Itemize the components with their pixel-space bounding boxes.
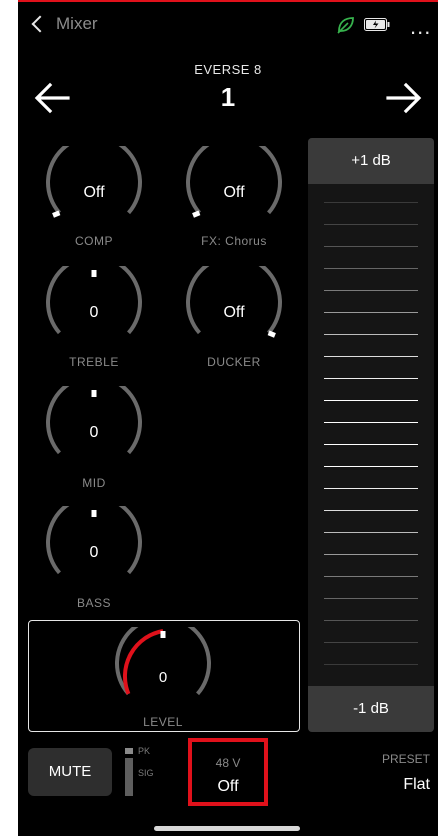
signal-label: SIG (138, 768, 154, 778)
ducker-label: DUCKER (207, 355, 261, 369)
fader-tick (324, 620, 418, 621)
comp-value: Off (83, 184, 105, 201)
ducker-value: Off (223, 304, 245, 321)
fader-tick (324, 334, 418, 335)
fader-bottom-label: -1 dB (308, 686, 434, 732)
chevron-left-icon (31, 15, 49, 33)
fader-tick (324, 598, 418, 599)
fx-label: FX: Chorus (201, 234, 267, 248)
top-bar: Mixer ... (18, 4, 438, 44)
mute-button[interactable]: MUTE (28, 748, 112, 796)
peak-indicator (125, 748, 133, 754)
signal-meter (125, 748, 133, 796)
level-control[interactable]: 0 LEVEL (28, 620, 300, 732)
signal-indicator (125, 758, 133, 796)
fader-top-label: +1 dB (308, 138, 434, 184)
leaf-icon (337, 17, 354, 34)
next-channel-arrow-icon[interactable] (384, 80, 424, 116)
top-accent-bar (18, 0, 438, 2)
gain-fader[interactable]: +1 dB -1 dB (308, 138, 434, 732)
device-name: EVERSE 8 (194, 62, 262, 77)
back-label: Mixer (56, 14, 98, 33)
phantom-power-value: Off (217, 778, 239, 795)
bass-knob[interactable]: 0 (44, 506, 144, 582)
mid-knob[interactable]: 0 (44, 386, 144, 462)
fader-tick (324, 422, 418, 423)
fader-tick (324, 268, 418, 269)
comp-knob[interactable]: Off (44, 146, 144, 222)
fader-tick (324, 554, 418, 555)
channel-number: 1 (220, 82, 236, 112)
preset-value: Flat (403, 776, 430, 793)
mid-value: 0 (89, 424, 99, 441)
back-button[interactable]: Mixer (30, 14, 98, 34)
fader-tick (324, 444, 418, 445)
fader-tick (324, 466, 418, 467)
fx-knob[interactable]: Off (184, 146, 284, 222)
fader-tick (324, 246, 418, 247)
mid-label: MID (82, 476, 106, 490)
preset-selector[interactable]: PRESET Flat (348, 752, 430, 794)
bass-label: BASS (76, 596, 111, 610)
treble-knob[interactable]: 0 (44, 266, 144, 342)
ducker-knob[interactable]: Off (184, 266, 284, 342)
fader-tick (324, 576, 418, 577)
fader-tick (324, 378, 418, 379)
fader-tick (324, 532, 418, 533)
level-value: 0 (158, 669, 168, 686)
fader-tick (324, 224, 418, 225)
preset-label: PRESET (381, 752, 430, 766)
prev-channel-arrow-icon[interactable] (32, 80, 72, 116)
treble-value: 0 (89, 304, 99, 321)
bass-value: 0 (89, 544, 99, 561)
treble-label: TREBLE (69, 355, 119, 369)
fx-value: Off (223, 184, 245, 201)
fader-tick (324, 642, 418, 643)
fader-tick (324, 510, 418, 511)
fader-tick (324, 488, 418, 489)
fader-tick (324, 290, 418, 291)
home-indicator[interactable] (154, 826, 300, 831)
fader-tick (324, 202, 418, 203)
level-label: LEVEL (143, 715, 183, 729)
fader-tick (324, 400, 418, 401)
phantom-power-button[interactable]: 48 V Off (188, 738, 268, 806)
fader-tick (324, 312, 418, 313)
fader-track[interactable] (308, 184, 434, 686)
mixer-screen: Mixer ... EVERSE 8 1 Off COMP Off FX: Ch… (18, 0, 438, 836)
fader-tick (324, 356, 418, 357)
more-options-icon[interactable]: ... (410, 16, 431, 38)
level-knob-dial (115, 627, 211, 696)
fader-tick (324, 664, 418, 665)
phantom-power-label: 48 V (215, 756, 241, 770)
battery-charging-icon (364, 18, 390, 31)
comp-label: COMP (75, 234, 113, 248)
peak-label: PK (138, 746, 151, 756)
